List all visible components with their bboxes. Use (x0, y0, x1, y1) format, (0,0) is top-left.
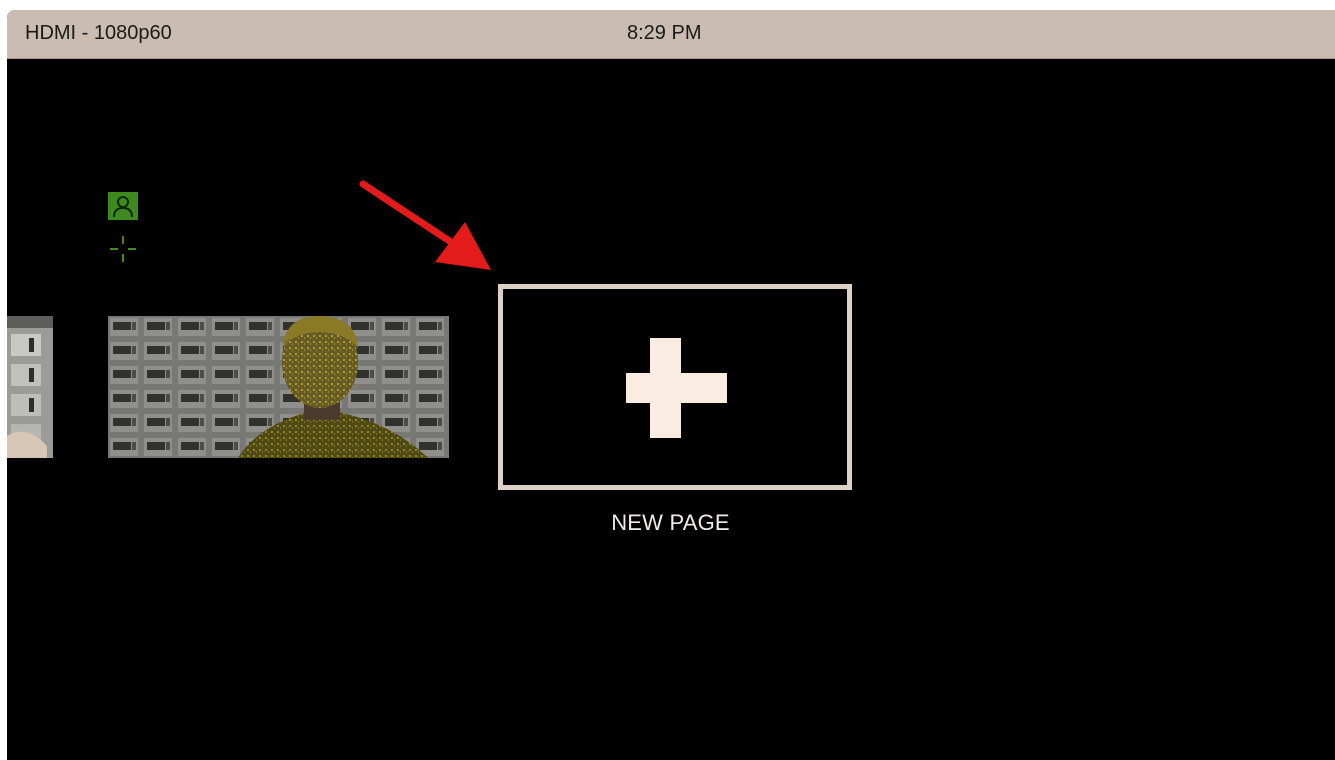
new-page-label: NEW PAGE (611, 510, 730, 535)
crosshair-icon (110, 236, 136, 262)
monitor-screen: HDMI - 1080p60 8:29 PM NEW PAGE (7, 10, 1335, 760)
page-thumbnail-current[interactable] (108, 316, 449, 458)
person-icon (108, 192, 138, 220)
previous-page-image (7, 316, 53, 458)
new-page-button[interactable] (498, 284, 852, 490)
clock-time: 8:29 PM (627, 22, 702, 44)
annotation-arrow-icon (359, 180, 491, 270)
camera-preview-image (108, 316, 449, 458)
input-format-label: HDMI - 1080p60 (25, 22, 172, 44)
page-overlay-indicators (108, 192, 140, 266)
page-thumbnail-previous[interactable] (7, 316, 53, 458)
status-bar: HDMI - 1080p60 8:29 PM (7, 10, 1335, 59)
